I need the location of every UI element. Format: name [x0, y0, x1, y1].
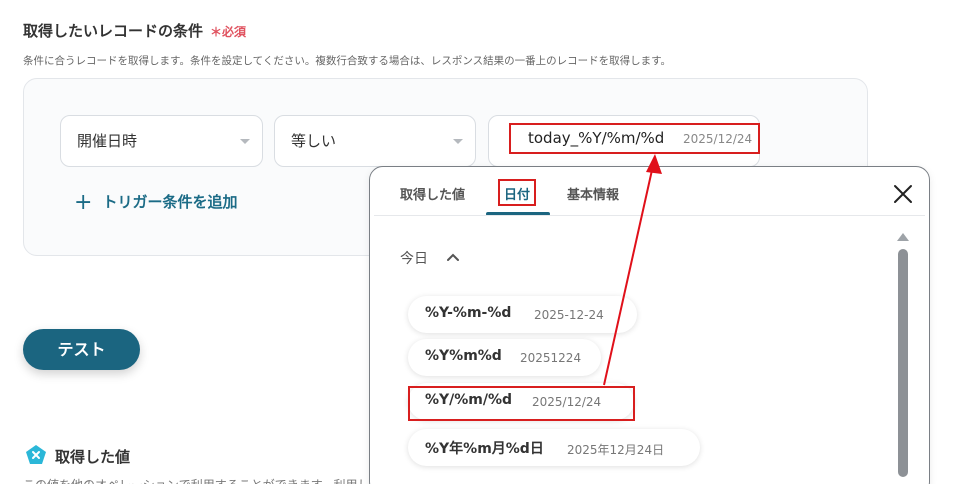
chevron-up-icon[interactable] [447, 253, 459, 261]
close-icon[interactable] [892, 183, 914, 205]
tab-basic-info[interactable]: 基本情報 [567, 184, 619, 203]
tab-highlight-box [498, 179, 536, 206]
value-picker-popup: 取得した値 日付 基本情報 今日 %Y-%m-%d 2025-12-24 %Y%… [369, 166, 930, 484]
yoom-x-icon [26, 445, 46, 464]
scroll-up-arrow[interactable] [897, 233, 909, 241]
date-format-example: 2025-12-24 [534, 308, 604, 322]
scrollbar-thumb[interactable] [898, 249, 908, 477]
date-format-option[interactable]: %Y-%m-%d 2025-12-24 [408, 296, 637, 333]
caret-down-icon [453, 139, 463, 144]
field-select[interactable]: 開催日時 [60, 115, 263, 167]
field-select-value: 開催日時 [77, 132, 138, 150]
today-section-label: 今日 [400, 251, 428, 267]
date-format: %Y-%m-%d [425, 305, 512, 321]
caret-down-icon [240, 139, 250, 144]
date-format-example: 20251224 [520, 351, 582, 365]
date-format-option[interactable]: %Y%m%d 20251224 [408, 339, 601, 376]
fetched-values-description: この値を他のオペレーションで利用することができます。利用し [23, 476, 370, 484]
tabs-divider [374, 215, 925, 216]
required-badge: ＊必須 [210, 25, 247, 39]
format-highlight-box [408, 386, 635, 421]
date-format: %Y%m%d [425, 348, 502, 364]
plus-icon: + [74, 190, 93, 215]
date-format: %Y年%m月%d日 [425, 441, 544, 457]
test-button[interactable]: テスト [23, 329, 140, 370]
section-description: 条件に合うレコードを取得します。条件を設定してください。複数行合致する場合は、レ… [23, 55, 672, 67]
add-trigger-label: トリガー条件を追加 [102, 193, 238, 211]
operator-select-value: 等しい [291, 132, 337, 150]
fetched-values-title: 取得した値 [55, 448, 131, 466]
operator-select[interactable]: 等しい [274, 115, 476, 167]
tab-fetched-values[interactable]: 取得した値 [400, 184, 465, 203]
date-format-option[interactable]: %Y年%m月%d日 2025年12月24日 [408, 429, 700, 466]
date-format-example: 2025年12月24日 [567, 443, 665, 457]
value-highlight-box [509, 123, 760, 154]
add-trigger-condition-button[interactable]: + トリガー条件を追加 [74, 190, 237, 215]
section-title: 取得したいレコードの条件 [23, 22, 204, 40]
